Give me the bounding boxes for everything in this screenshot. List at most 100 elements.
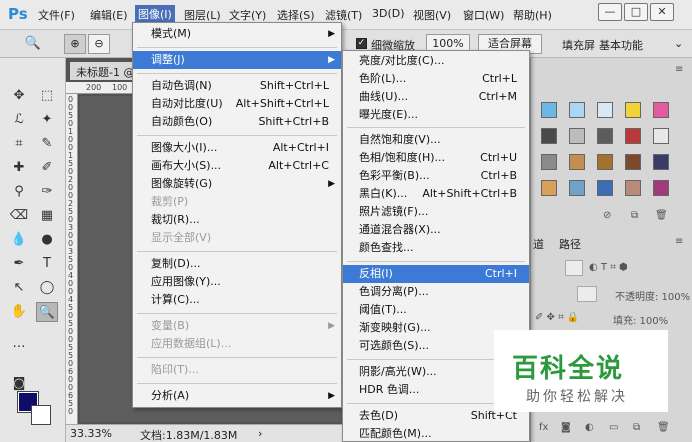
close-button[interactable]: ✕: [650, 3, 674, 21]
new-preset-icon[interactable]: ⧉: [631, 210, 638, 221]
menu-item-auto-contrast[interactable]: 自动对比度(U) Alt+Shift+Ctrl+L: [133, 95, 341, 113]
chevron-down-icon[interactable]: ⌄: [674, 37, 683, 50]
menu-item-exposure[interactable]: 曝光度(E)...: [343, 106, 529, 124]
filter-icons[interactable]: ◐ T ⌗ ⬢: [589, 262, 628, 273]
bw-adjust-icon[interactable]: [597, 128, 613, 144]
zoom-out-icon[interactable]: ⊖: [88, 34, 110, 54]
hue-sat-adjust-icon[interactable]: [541, 128, 557, 144]
filter-kind-icon[interactable]: [565, 260, 583, 276]
workspace-select[interactable]: 基本功能: [599, 37, 643, 53]
tab-paths[interactable]: 路径: [559, 236, 581, 252]
panel-menu-icon[interactable]: ≡: [675, 64, 683, 75]
preset-swatch-icon[interactable]: [597, 180, 613, 196]
no-icon[interactable]: ⊘: [603, 210, 611, 221]
lasso-tool-icon[interactable]: ℒ: [8, 110, 30, 130]
blur-tool-icon[interactable]: 💧: [8, 230, 30, 250]
menu-item-analysis[interactable]: 分析(A) ▶: [133, 387, 341, 405]
trash-icon[interactable]: 🗑: [657, 422, 670, 433]
menu-item-threshold[interactable]: 阈值(T)...: [343, 301, 529, 319]
layer-mask-icon[interactable]: ◙: [561, 422, 571, 433]
posterize-adjust-icon[interactable]: [569, 154, 585, 170]
menu-item-calculations[interactable]: 计算(C)...: [133, 291, 341, 309]
menu-help[interactable]: 帮助(H): [513, 7, 552, 23]
menu-image[interactable]: 图像(I): [135, 5, 175, 23]
vibrance-adjust-icon[interactable]: [653, 102, 669, 118]
menu-item-auto-color[interactable]: 自动颜色(O) Shift+Ctrl+B: [133, 113, 341, 131]
zoom-tool-preset-icon[interactable]: 🔍: [22, 34, 44, 54]
chevron-right-icon[interactable]: ›: [258, 427, 262, 440]
menu-item-duplicate[interactable]: 复制(D)...: [133, 255, 341, 273]
scrubby-zoom-checkbox[interactable]: ✓: [356, 38, 367, 49]
exposure-adjust-icon[interactable]: [625, 102, 641, 118]
menu-item-curves[interactable]: 曲线(U)... Ctrl+M: [343, 88, 529, 106]
menu-edit[interactable]: 编辑(E): [90, 7, 128, 23]
menu-item-auto-tone[interactable]: 自动色调(N) Shift+Ctrl+L: [133, 77, 341, 95]
menu-item-adjustments[interactable]: 调整(J) ▶: [133, 51, 341, 69]
menu-item-levels[interactable]: 色阶(L)... Ctrl+L: [343, 70, 529, 88]
menu-item-black-white[interactable]: 黑白(K)... Alt+Shift+Ctrl+B: [343, 185, 529, 203]
threshold-adjust-icon[interactable]: [597, 154, 613, 170]
fx-icon[interactable]: fx: [539, 422, 548, 433]
zoom-tool-icon[interactable]: 🔍: [36, 302, 58, 322]
history-brush-icon[interactable]: ✑: [36, 182, 58, 202]
menu-select[interactable]: 选择(S): [277, 7, 315, 23]
menu-item-match-color[interactable]: 匹配颜色(M)...: [343, 425, 529, 442]
selective-color-adjust-icon[interactable]: [625, 154, 641, 170]
levels-adjust-icon[interactable]: [569, 102, 585, 118]
menu-item-brightness-contrast[interactable]: 亮度/对比度(C)...: [343, 52, 529, 70]
document-tab[interactable]: 未标题-1 @: [70, 62, 141, 80]
maximize-button[interactable]: □: [624, 3, 648, 21]
menu-item-mode[interactable]: 模式(M) ▶: [133, 25, 341, 43]
healing-brush-icon[interactable]: ✚: [8, 158, 30, 178]
menu-item-vibrance[interactable]: 自然饱和度(V)...: [343, 131, 529, 149]
gradient-tool-icon[interactable]: ▦: [36, 206, 58, 226]
move-tool-icon[interactable]: ✥: [8, 86, 30, 106]
menu-item-photo-filter[interactable]: 照片滤镜(F)...: [343, 203, 529, 221]
eraser-tool-icon[interactable]: ⌫: [8, 206, 30, 226]
tab-channels[interactable]: 道: [533, 236, 544, 252]
pen-tool-icon[interactable]: ✒: [8, 254, 30, 274]
more-tools-icon[interactable]: …: [8, 334, 30, 354]
background-color-swatch[interactable]: [31, 405, 51, 425]
opacity-field[interactable]: 不透明度: 100%: [615, 288, 690, 303]
brightness-adjust-icon[interactable]: [541, 102, 557, 118]
zoom-in-icon[interactable]: ⊕: [64, 34, 86, 54]
color-balance-adjust-icon[interactable]: [569, 128, 585, 144]
dodge-tool-icon[interactable]: ●: [36, 230, 58, 250]
fill-screen-button[interactable]: 填充屏: [562, 37, 595, 53]
document-info[interactable]: 文档:1.83M/1.83M: [140, 427, 237, 442]
menu-item-image-size[interactable]: 图像大小(I)... Alt+Ctrl+I: [133, 139, 341, 157]
panel-menu-icon[interactable]: ≡: [675, 236, 683, 247]
minimize-button[interactable]: —: [598, 3, 622, 21]
group-icon[interactable]: ▭: [609, 422, 618, 433]
preset-swatch-icon[interactable]: [653, 180, 669, 196]
menu-filter[interactable]: 滤镜(T): [325, 7, 362, 23]
menu-item-channel-mixer[interactable]: 通道混合器(X)...: [343, 221, 529, 239]
preset-swatch-icon[interactable]: [569, 180, 585, 196]
curves-adjust-icon[interactable]: [597, 102, 613, 118]
fill-field[interactable]: 填充: 100%: [613, 312, 668, 327]
clone-stamp-icon[interactable]: ⚲: [8, 182, 30, 202]
gradient-map-adjust-icon[interactable]: [653, 154, 669, 170]
new-layer-icon[interactable]: ⧉: [633, 422, 640, 433]
menu-item-canvas-size[interactable]: 画布大小(S)... Alt+Ctrl+C: [133, 157, 341, 175]
magic-wand-icon[interactable]: ✦: [36, 110, 58, 130]
trash-icon[interactable]: 🗑: [655, 210, 668, 221]
hand-tool-icon[interactable]: ✋: [8, 302, 30, 322]
type-tool-icon[interactable]: T: [36, 254, 58, 274]
photo-filter-adjust-icon[interactable]: [625, 128, 641, 144]
quick-mask-icon[interactable]: ◙: [8, 374, 30, 394]
blend-mode-select[interactable]: [577, 286, 597, 302]
eyedropper-icon[interactable]: ✎: [36, 134, 58, 154]
menu-item-invert[interactable]: 反相(I) Ctrl+I: [343, 265, 529, 283]
channel-mixer-adjust-icon[interactable]: [653, 128, 669, 144]
marquee-tool-icon[interactable]: ⬚: [36, 86, 58, 106]
menu-item-posterize[interactable]: 色调分离(P)...: [343, 283, 529, 301]
menu-file[interactable]: 文件(F): [38, 7, 75, 23]
crop-tool-icon[interactable]: ⌗: [8, 134, 30, 154]
menu-item-image-rotation[interactable]: 图像旋转(G) ▶: [133, 175, 341, 193]
menu-item-trim[interactable]: 裁切(R)...: [133, 211, 341, 229]
menu-layer[interactable]: 图层(L): [184, 7, 221, 23]
invert-adjust-icon[interactable]: [541, 154, 557, 170]
menu-window[interactable]: 窗口(W): [463, 7, 504, 23]
